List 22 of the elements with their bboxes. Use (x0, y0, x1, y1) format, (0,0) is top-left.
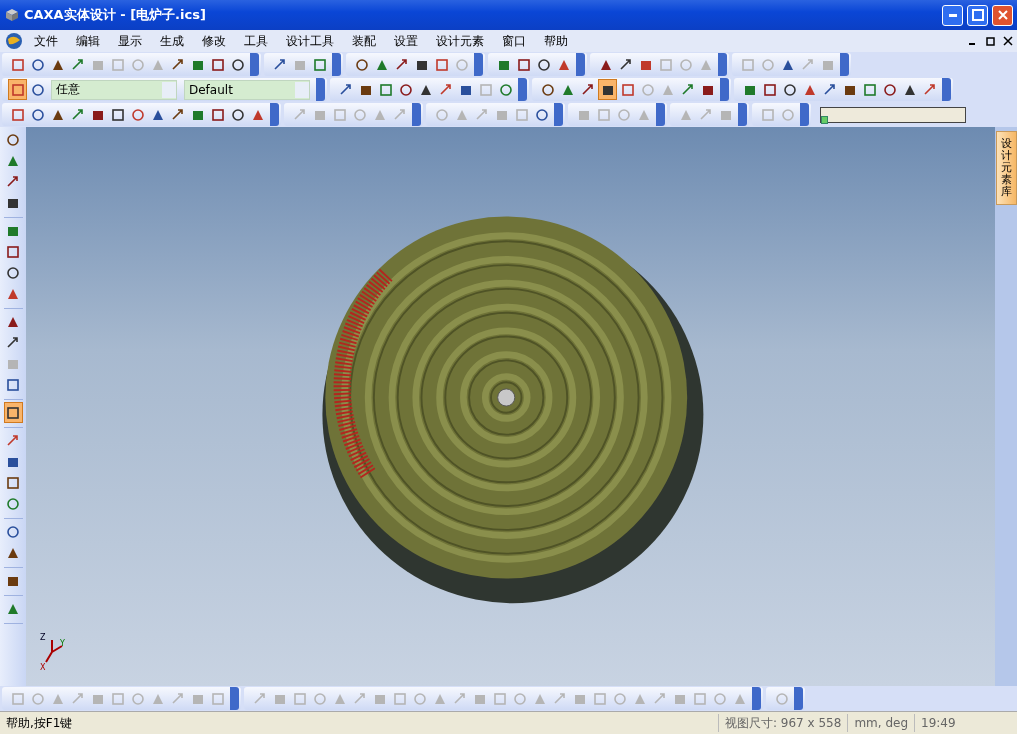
menu-item[interactable]: 设计工具 (278, 30, 342, 52)
menu-item[interactable]: 工具 (236, 30, 276, 52)
clock-text: 19:49 (914, 714, 1017, 732)
selection-filter-dropdown[interactable]: 任意 (51, 79, 177, 100)
units-text: mm, deg (847, 714, 914, 732)
menu-item[interactable]: 显示 (110, 30, 150, 52)
3d-viewport[interactable]: Z Y X (26, 127, 995, 686)
menu-item[interactable]: 设计元素 (428, 30, 492, 52)
view-size-text: 视图尺寸: 967 x 558 (717, 714, 848, 732)
menu-item[interactable]: 帮助 (536, 30, 576, 52)
menu-item[interactable]: 设置 (386, 30, 426, 52)
menu-item[interactable]: 文件 (26, 30, 66, 52)
design-library-tab[interactable]: 设计元素库 (995, 131, 1017, 206)
menu-item[interactable]: 装配 (344, 30, 384, 52)
window-title: CAXA实体设计 - [电炉子.ics] (24, 6, 207, 24)
menu-item[interactable]: 编辑 (68, 30, 108, 52)
menu-item[interactable]: 生成 (152, 30, 192, 52)
menu-item[interactable]: 修改 (194, 30, 234, 52)
style-dropdown[interactable]: Default (184, 79, 310, 100)
axis-triad-drawing: Z Y X (40, 632, 72, 672)
menu-item[interactable]: 窗口 (494, 30, 534, 52)
status-help-text: 帮助,按F1键 (5, 714, 74, 732)
